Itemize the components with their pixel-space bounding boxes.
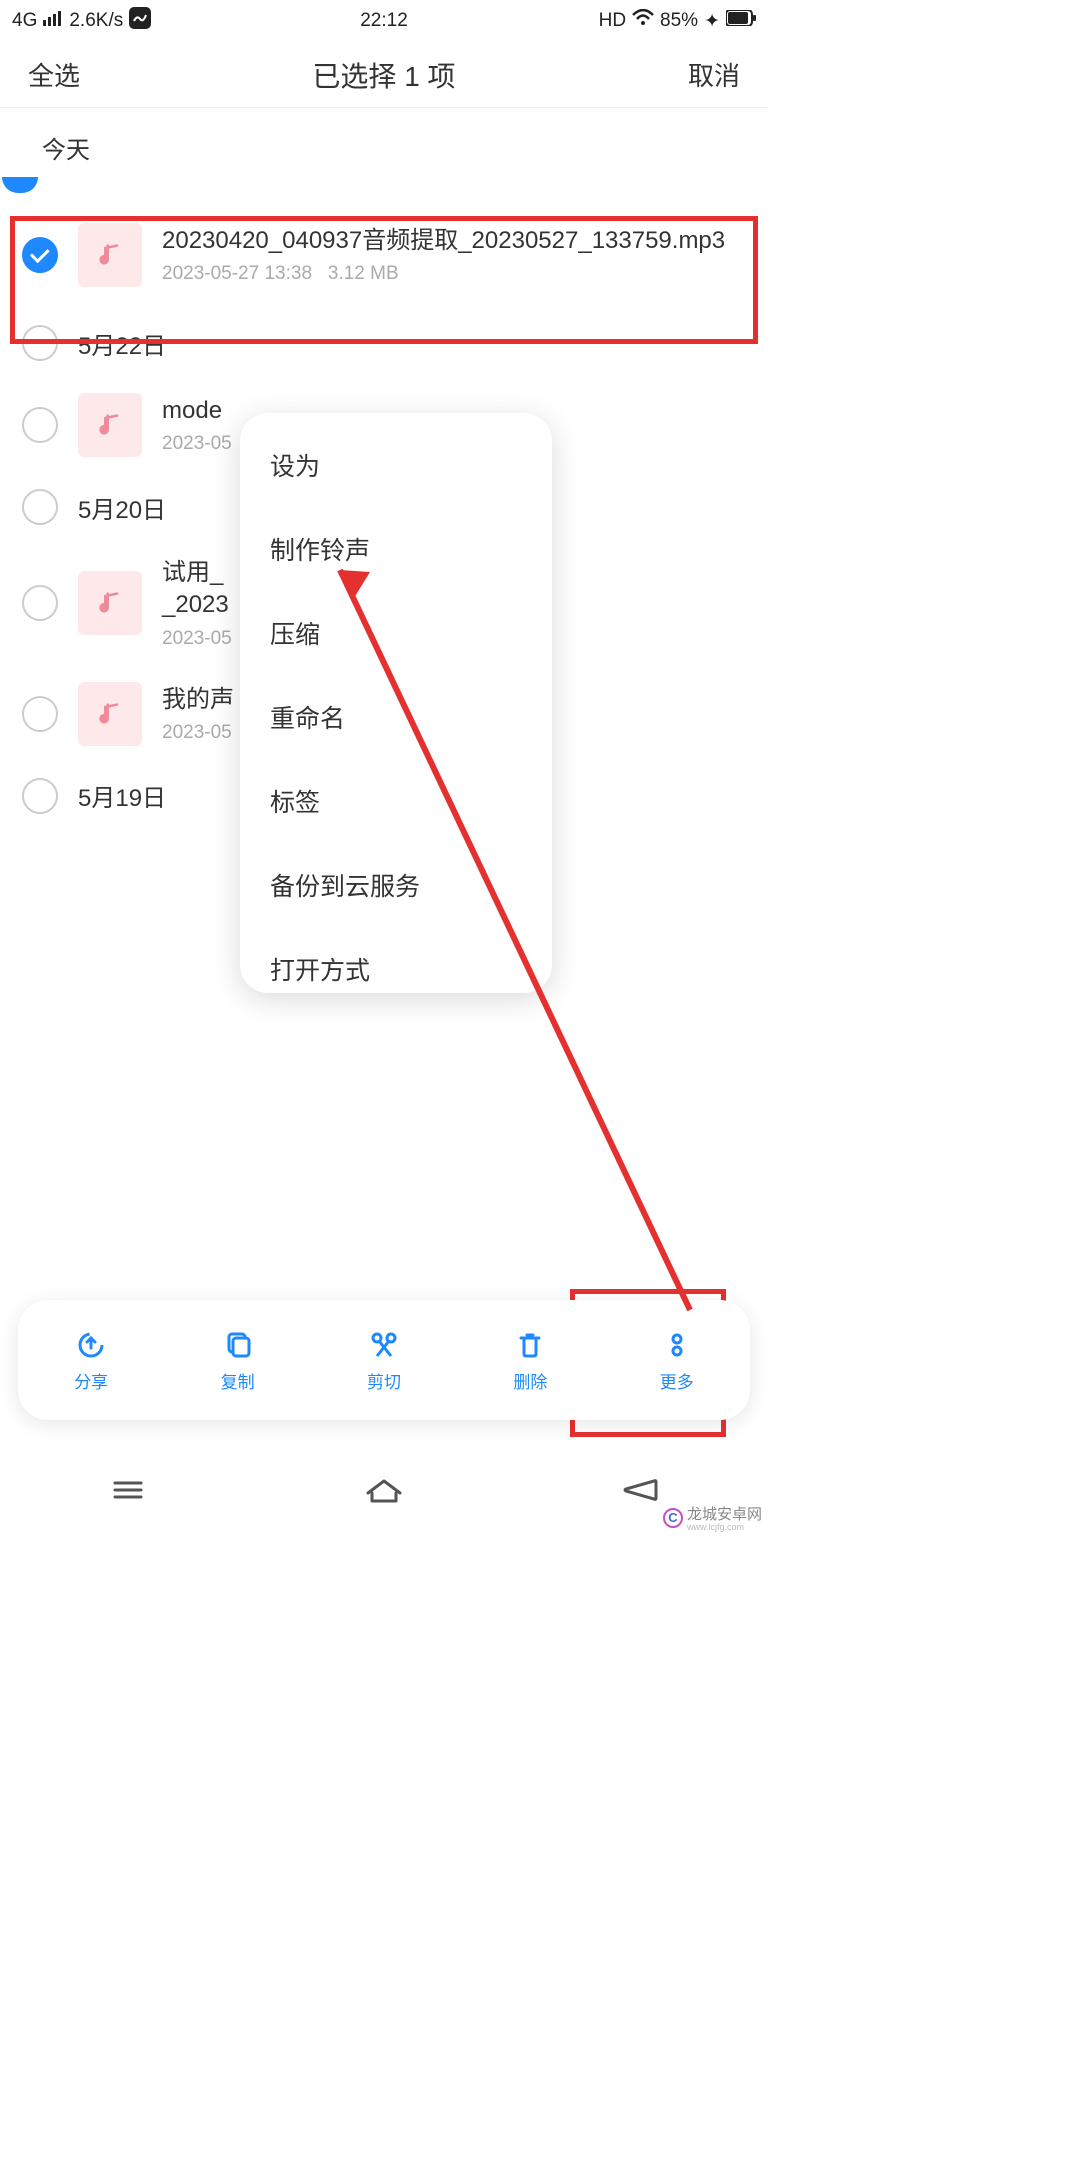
checkbox[interactable] — [22, 778, 58, 814]
network-speed: 2.6K/s — [69, 10, 123, 32]
checkbox[interactable] — [22, 407, 58, 443]
watermark: C 龙城安卓网 www.lcjfg.com — [663, 1503, 762, 1532]
file-name: 20230420_040937音频提取_20230527_133759.mp3 — [162, 225, 756, 257]
checkbox[interactable] — [22, 325, 58, 361]
watermark-url: www.lcjfg.com — [687, 1522, 762, 1532]
more-actions-popup: 设为 制作铃声 压缩 重命名 标签 备份到云服务 打开方式 — [240, 413, 552, 993]
checkbox[interactable] — [22, 585, 58, 621]
nav-recents-icon[interactable] — [105, 1475, 151, 1505]
popup-set-as[interactable]: 设为 — [240, 423, 552, 507]
music-file-icon — [78, 223, 142, 287]
checkbox-checked[interactable] — [22, 237, 58, 273]
cut-label: 剪切 — [367, 1368, 401, 1393]
file-row-selected[interactable]: 20230420_040937音频提取_20230527_133759.mp3 … — [0, 201, 768, 309]
popup-open-with[interactable]: 打开方式 — [240, 927, 552, 993]
section-today: 今天 — [0, 108, 768, 185]
popup-rename[interactable]: 重命名 — [240, 675, 552, 759]
group-row[interactable]: 5月22日 — [0, 309, 768, 377]
delete-icon — [513, 1328, 547, 1362]
cut-button[interactable]: 剪切 — [367, 1328, 401, 1393]
system-nav-bar — [0, 1462, 768, 1518]
hd-indicator: HD — [599, 10, 626, 32]
group-date-label: 5月19日 — [78, 778, 166, 813]
file-meta: 2023-05-27 13:38 3.12 MB — [162, 263, 756, 285]
popup-tag[interactable]: 标签 — [240, 759, 552, 843]
popup-compress[interactable]: 压缩 — [240, 591, 552, 675]
checkbox[interactable] — [22, 489, 58, 525]
battery-percent: 85% — [660, 10, 698, 32]
section-today-label: 今天 — [42, 130, 90, 165]
more-button[interactable]: 更多 — [660, 1328, 694, 1393]
bottom-action-bar: 分享 复制 剪切 删除 更多 — [18, 1300, 750, 1420]
battery-icon — [726, 10, 756, 32]
watermark-logo-icon: C — [663, 1508, 683, 1528]
clock: 22:12 — [360, 10, 408, 32]
delete-button[interactable]: 删除 — [513, 1328, 547, 1393]
more-label: 更多 — [660, 1368, 694, 1393]
nav-home-icon[interactable] — [361, 1475, 407, 1505]
popup-make-ringtone[interactable]: 制作铃声 — [240, 507, 552, 591]
copy-button[interactable]: 复制 — [221, 1328, 255, 1393]
wifi-icon — [632, 9, 654, 33]
music-file-icon — [78, 571, 142, 635]
share-button[interactable]: 分享 — [74, 1328, 108, 1393]
partial-checkbox-peek — [2, 177, 38, 193]
group-date-label: 5月20日 — [78, 490, 166, 525]
watermark-text: 龙城安卓网 — [687, 1506, 762, 1523]
cut-icon — [367, 1328, 401, 1362]
copy-label: 复制 — [221, 1368, 255, 1393]
select-all-button[interactable]: 全选 — [28, 56, 80, 93]
more-icon — [660, 1328, 694, 1362]
share-label: 分享 — [74, 1368, 108, 1393]
music-file-icon — [78, 393, 142, 457]
cancel-button[interactable]: 取消 — [688, 56, 740, 93]
delete-label: 删除 — [513, 1368, 547, 1393]
group-date-label: 5月22日 — [78, 326, 166, 361]
music-file-icon — [78, 682, 142, 746]
nav-back-icon[interactable] — [617, 1475, 663, 1505]
selection-header: 全选 已选择 1 项 取消 — [0, 42, 768, 108]
selection-title: 已选择 1 项 — [312, 55, 455, 95]
app-icon — [129, 7, 151, 35]
popup-backup-cloud[interactable]: 备份到云服务 — [240, 843, 552, 927]
copy-icon — [221, 1328, 255, 1362]
network-type: 4G — [12, 10, 37, 32]
charging-icon: ✦ — [704, 10, 720, 33]
signal-icon — [43, 10, 63, 32]
share-icon — [74, 1328, 108, 1362]
status-bar: 4G 2.6K/s 22:12 HD 85% ✦ — [0, 0, 768, 42]
checkbox[interactable] — [22, 696, 58, 732]
